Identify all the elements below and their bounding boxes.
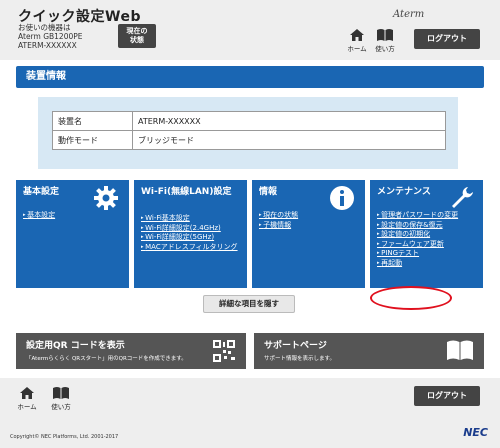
link-basic-settings[interactable]: 基本設定 <box>23 211 55 221</box>
book-icon <box>53 387 69 399</box>
link-admin-password[interactable]: 管理者パスワードの変更 <box>377 211 458 221</box>
book-icon <box>446 339 474 365</box>
table-value: ATERM-XXXXXX <box>132 111 446 131</box>
tile-title: Wi-Fi(無線LAN)設定 <box>141 187 232 197</box>
tile-title: メンテナンス <box>377 187 431 197</box>
link-list: Wi-Fi基本設定 Wi-Fi詳細設定(2.4GHz) Wi-Fi詳細設定(5G… <box>141 214 238 253</box>
header: クイック設定Web お使いの機器は Aterm GB1200PE ATERM-X… <box>0 0 500 60</box>
tile-maintenance: メンテナンス 管理者パスワードの変更 設定値の保存&復元 設定値の初期化 ファー… <box>370 180 483 288</box>
banner-title: サポートページ <box>264 341 327 351</box>
logout-button[interactable]: ログアウト <box>414 29 480 49</box>
link-list: 基本設定 <box>23 211 55 221</box>
support-page-banner[interactable]: サポートページ サポート情報を表示します。 <box>254 333 484 369</box>
manual-label: 使い方 <box>375 45 395 53</box>
banner-subtitle: サポート情報を表示します。 <box>264 356 335 362</box>
link-client-info[interactable]: 子機情報 <box>259 221 298 231</box>
tile-title: 基本設定 <box>23 187 60 197</box>
banner-title: 設定用QR コードを表示 <box>26 341 125 351</box>
device-name: ATERM-XXXXXX <box>18 41 77 50</box>
footer-logout-button[interactable]: ログアウト <box>414 386 480 406</box>
device-info-table: 装置名 ATERM-XXXXXX 動作モード ブリッジモード <box>52 111 446 150</box>
manual-button[interactable]: 使い方 <box>374 28 396 53</box>
qr-code-icon <box>212 339 236 367</box>
home-label: ホーム <box>347 45 367 53</box>
hide-details-button[interactable]: 詳細な項目を隠す <box>203 295 295 313</box>
table-row: 動作モード ブリッジモード <box>52 130 446 150</box>
home-icon <box>350 29 364 41</box>
copyright: Copyright© NEC Platforms, Ltd. 2001-2017 <box>10 434 119 440</box>
link-list: 管理者パスワードの変更 設定値の保存&復元 設定値の初期化 ファームウェア更新 … <box>377 211 458 268</box>
current-status-button[interactable]: 現在の 状態 <box>118 24 156 48</box>
section-title: 装置情報 <box>16 66 484 88</box>
home-button[interactable]: ホーム <box>346 28 368 53</box>
home-icon <box>20 387 34 399</box>
device-model: Aterm GB1200PE <box>18 32 83 41</box>
table-key: 装置名 <box>52 111 133 131</box>
current-status-label-1: 現在の <box>126 27 148 35</box>
link-current-status[interactable]: 現在の状態 <box>259 211 298 221</box>
gear-icon <box>93 185 119 215</box>
link-backup-restore[interactable]: 設定値の保存&復元 <box>377 221 458 231</box>
nec-logo: NEC <box>463 426 488 439</box>
current-status-label-2: 状態 <box>130 36 144 44</box>
tile-basic-settings: 基本設定 基本設定 <box>16 180 129 288</box>
device-info: お使いの機器は Aterm GB1200PE ATERM-XXXXXX <box>18 23 83 50</box>
link-firmware-update[interactable]: ファームウェア更新 <box>377 240 458 250</box>
footer-manual-button[interactable]: 使い方 <box>50 386 72 411</box>
home-label: ホーム <box>17 403 37 411</box>
link-factory-reset[interactable]: 設定値の初期化 <box>377 230 458 240</box>
device-info-line: お使いの機器は <box>18 23 71 32</box>
info-icon <box>329 185 355 215</box>
link-wifi-basic[interactable]: Wi-Fi基本設定 <box>141 214 238 224</box>
table-value: ブリッジモード <box>132 130 446 150</box>
qr-code-banner[interactable]: 設定用QR コードを表示 「Atermらくらく QRスタート」用のQRコードを作… <box>16 333 246 369</box>
main-content: 装置情報 装置名 ATERM-XXXXXX 動作モード ブリッジモード 基本設定 <box>0 60 500 378</box>
link-list: 現在の状態 子機情報 <box>259 211 298 230</box>
link-wifi-5g[interactable]: Wi-Fi詳細設定(5GHz) <box>141 233 238 243</box>
aterm-logo: Aterm <box>393 9 425 20</box>
manual-label: 使い方 <box>51 403 71 411</box>
link-ping-test[interactable]: PINGテスト <box>377 249 458 259</box>
tile-title: 情報 <box>259 187 278 197</box>
tile-wifi-settings: Wi-Fi(無線LAN)設定 Wi-Fi基本設定 Wi-Fi詳細設定(2.4GH… <box>134 180 247 288</box>
link-wifi-2g[interactable]: Wi-Fi詳細設定(2.4GHz) <box>141 224 238 234</box>
table-key: 動作モード <box>52 130 133 150</box>
device-info-panel: 装置名 ATERM-XXXXXX 動作モード ブリッジモード <box>38 97 458 169</box>
tile-information: 情報 現在の状態 子機情報 <box>252 180 365 288</box>
link-reboot[interactable]: 再起動 <box>377 259 458 269</box>
highlight-ring <box>370 286 452 310</box>
link-mac-filter[interactable]: MACアドレスフィルタリング <box>141 243 237 253</box>
book-icon <box>377 29 393 41</box>
table-row: 装置名 ATERM-XXXXXX <box>52 111 446 131</box>
footer: ホーム 使い方 ログアウト Copyright© NEC Platforms, … <box>0 378 500 448</box>
footer-home-button[interactable]: ホーム <box>16 386 38 411</box>
banner-subtitle: 「Atermらくらく QRスタート」用のQRコードを作成できます。 <box>26 356 187 362</box>
